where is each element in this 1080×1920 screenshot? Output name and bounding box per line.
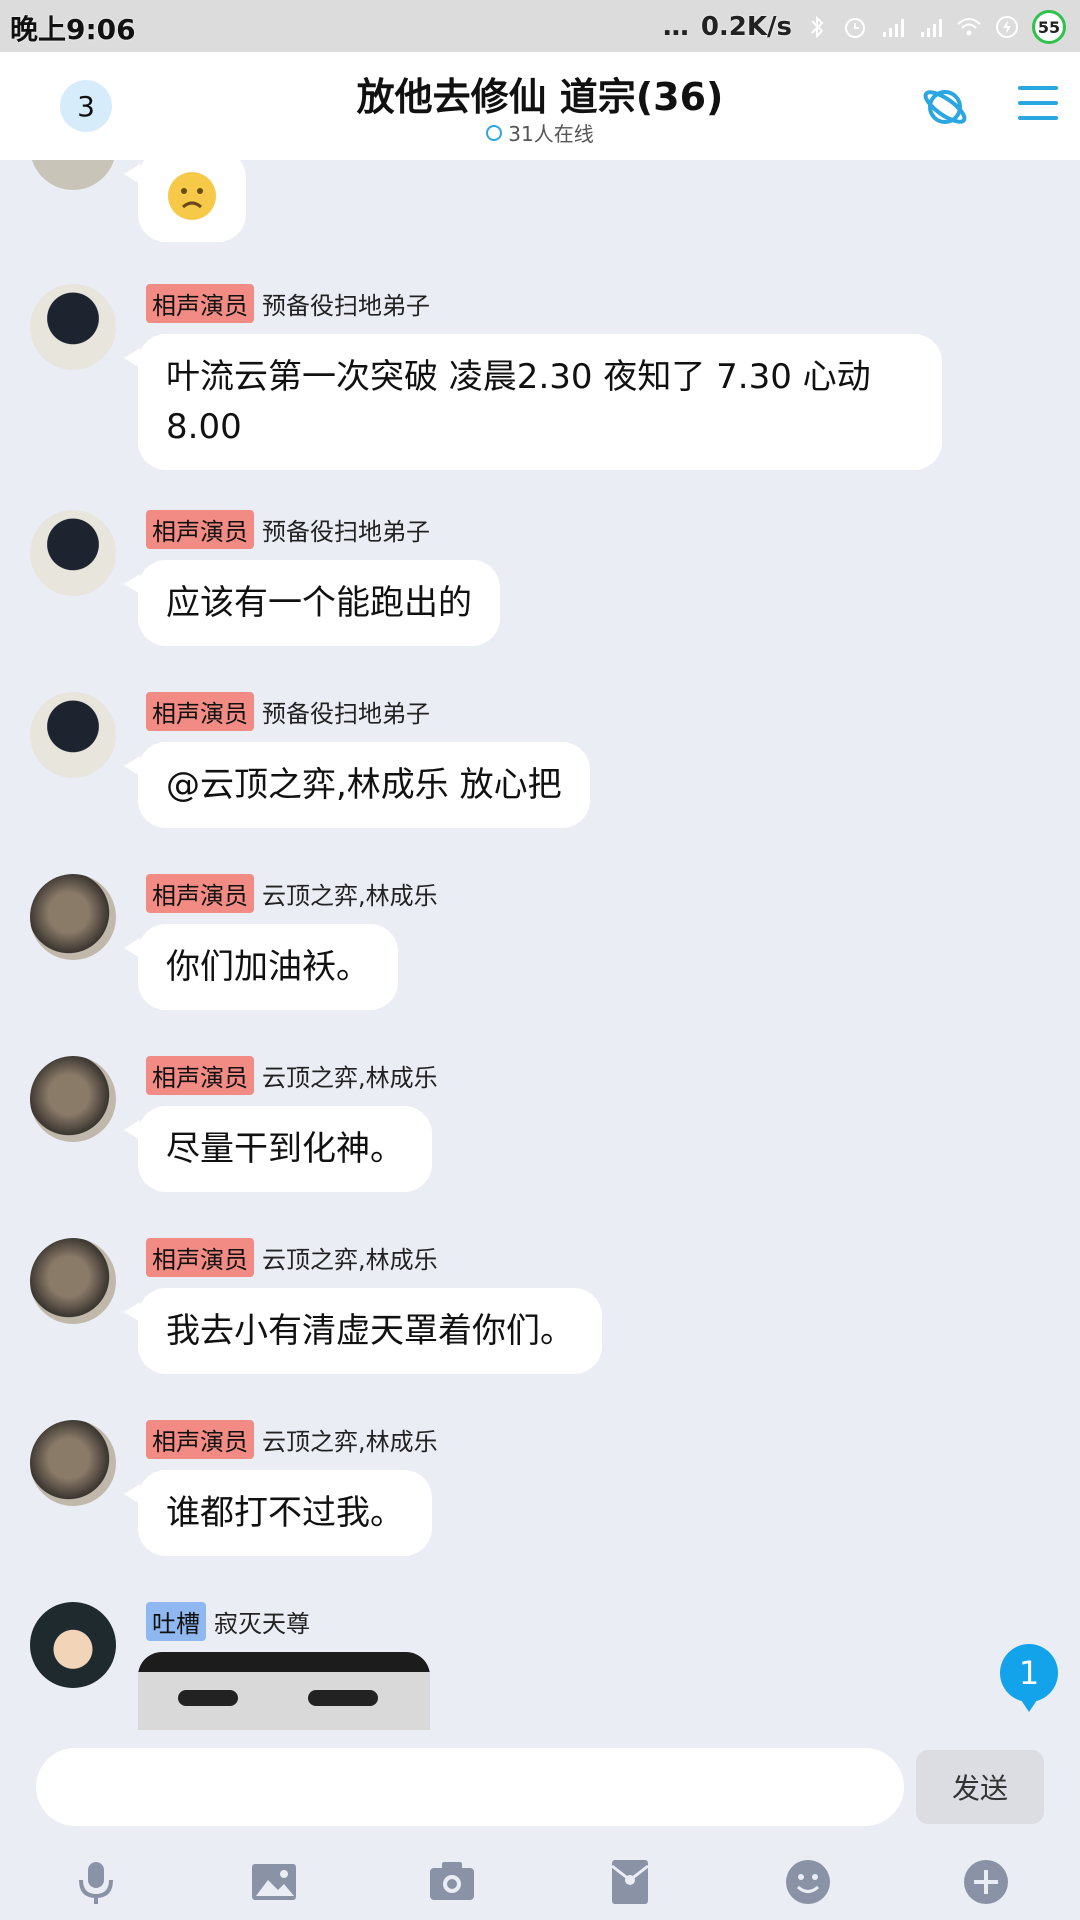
message-header: 相声演员 预备役扫地弟子 (146, 692, 430, 731)
image-message[interactable] (138, 1652, 430, 1730)
online-status: 31人在线 (0, 118, 1080, 147)
chat-header: 3 放他去修仙 道宗(36) 31人在线 (0, 52, 1080, 160)
status-icons: … 0.2K/s 55 (663, 8, 1066, 46)
title-tag: 相声演员 (146, 1056, 254, 1095)
microphone-icon[interactable] (70, 1856, 122, 1908)
message-header: 相声演员 云顶之弈,林成乐 (146, 1056, 438, 1095)
new-message-badge[interactable]: 1 (1000, 1644, 1058, 1712)
avatar[interactable] (30, 284, 116, 370)
title-tag: 吐槽 (146, 1602, 206, 1641)
title-tag: 相声演员 (146, 510, 254, 549)
message-bubble[interactable]: 你们加油袄。 (124, 924, 398, 1010)
online-count: 31人在线 (508, 122, 594, 146)
message-bubble[interactable]: 应该有一个能跑出的 (124, 560, 500, 646)
image-icon[interactable] (248, 1856, 300, 1908)
chat-list[interactable]: 相声演员 预备役扫地弟子 叶流云第一次突破 凌晨2.30 夜知了 7.30 心动… (0, 160, 1080, 1730)
send-button[interactable]: 发送 (916, 1750, 1044, 1824)
avatar[interactable] (30, 510, 116, 596)
sender-name[interactable]: 寂灭天尊 (214, 1604, 310, 1639)
avatar[interactable] (30, 1056, 116, 1142)
message-header: 吐槽 寂灭天尊 (146, 1602, 310, 1641)
status-bar: 晚上9:06 … 0.2K/s 55 (0, 0, 1080, 52)
net-speed: 0.2K/s (700, 12, 792, 42)
signal-hd-icon (883, 19, 904, 37)
title-tag: 相声演员 (146, 284, 254, 323)
avatar[interactable] (30, 1602, 116, 1688)
emoji-icon[interactable] (782, 1856, 834, 1908)
menu-icon[interactable] (1018, 86, 1058, 126)
sender-name[interactable]: 云顶之弈,林成乐 (262, 1422, 438, 1457)
message-input[interactable] (36, 1748, 904, 1826)
red-packet-icon[interactable] (604, 1856, 656, 1908)
sticker-bubble[interactable] (124, 160, 246, 242)
title-tag: 相声演员 (146, 692, 254, 731)
message-header: 相声演员 云顶之弈,林成乐 (146, 874, 438, 913)
camera-icon[interactable] (426, 1856, 478, 1908)
message-header: 相声演员 预备役扫地弟子 (146, 284, 430, 323)
plus-icon[interactable] (960, 1856, 1012, 1908)
avatar[interactable] (30, 874, 116, 960)
message-bubble[interactable]: 尽量干到化神。 (124, 1106, 432, 1192)
sender-name[interactable]: 云顶之弈,林成乐 (262, 1240, 438, 1275)
message-bubble[interactable]: 叶流云第一次突破 凌晨2.30 夜知了 7.30 心动8.00 (124, 334, 942, 470)
message-header: 相声演员 预备役扫地弟子 (146, 510, 430, 549)
message-bubble[interactable]: @云顶之弈,林成乐 放心把 (124, 742, 590, 828)
message-header: 相声演员 云顶之弈,林成乐 (146, 1420, 438, 1459)
sticker-icon (168, 172, 216, 220)
sender-name[interactable]: 云顶之弈,林成乐 (262, 1058, 438, 1093)
avatar[interactable] (30, 692, 116, 778)
avatar[interactable] (30, 160, 116, 190)
sender-name[interactable]: 预备役扫地弟子 (262, 512, 430, 547)
planet-icon[interactable] (920, 82, 970, 132)
status-time: 晚上9:06 (10, 13, 136, 46)
group-title[interactable]: 放他去修仙 道宗(36) (0, 66, 1080, 121)
avatar[interactable] (30, 1420, 116, 1506)
message-bubble[interactable]: 我去小有清虚天罩着你们。 (124, 1288, 602, 1374)
sender-name[interactable]: 云顶之弈,林成乐 (262, 876, 438, 911)
title-tag: 相声演员 (146, 1420, 254, 1459)
title-tag: 相声演员 (146, 874, 254, 913)
chevron-circle-icon (486, 124, 503, 141)
sender-name[interactable]: 预备役扫地弟子 (262, 286, 430, 321)
wifi-icon (957, 18, 981, 36)
message-bubble[interactable]: 谁都打不过我。 (124, 1470, 432, 1556)
message-header: 相声演员 云顶之弈,林成乐 (146, 1238, 438, 1277)
input-toolbar (0, 1848, 1080, 1920)
power-saving-icon (996, 16, 1018, 38)
battery-indicator: 55 (1032, 10, 1066, 44)
composer: 发送 (0, 1730, 1080, 1920)
alarm-icon (845, 18, 865, 38)
avatar[interactable] (30, 1238, 116, 1324)
sender-name[interactable]: 预备役扫地弟子 (262, 694, 430, 729)
title-tag: 相声演员 (146, 1238, 254, 1277)
bluetooth-icon (811, 15, 824, 39)
dots-icon: … (662, 12, 689, 42)
signal-hd2-icon (921, 19, 942, 37)
